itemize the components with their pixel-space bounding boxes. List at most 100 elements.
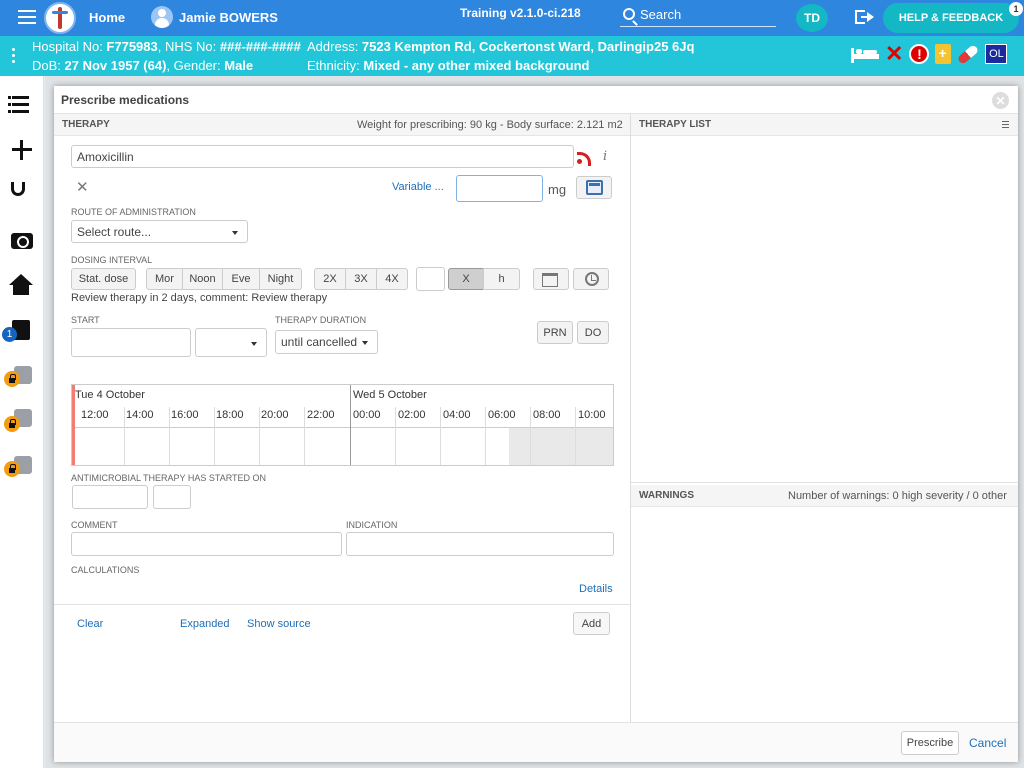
start-label: START: [71, 315, 100, 325]
review-therapy-text: Review therapy in 2 days, comment: Revie…: [71, 292, 328, 304]
timeline-hour: 16:00: [171, 409, 199, 421]
notes-badge: 1: [2, 327, 17, 342]
prescribe-button[interactable]: Prescribe: [901, 731, 959, 755]
expanded-link[interactable]: Expanded: [180, 618, 230, 630]
therapy-list-label: THERAPY LIST: [639, 119, 712, 130]
add-button[interactable]: Add: [573, 612, 610, 635]
comment-label: COMMENT: [71, 520, 118, 530]
hours-button[interactable]: h: [483, 268, 520, 290]
calculations-label: CALCULATIONS: [71, 565, 140, 575]
timeline-hour: 18:00: [216, 409, 244, 421]
evening-button[interactable]: Eve: [222, 268, 260, 290]
chevron-down-icon: [251, 342, 257, 346]
prn-button[interactable]: PRN: [537, 321, 573, 344]
camera-icon[interactable]: [11, 233, 33, 249]
calculator-icon: [586, 180, 603, 195]
info-icon[interactable]: i: [603, 149, 607, 164]
schedule-button[interactable]: [573, 268, 609, 290]
clipboard-plus-icon[interactable]: [935, 44, 952, 64]
x-mark-icon[interactable]: ✕: [885, 43, 903, 65]
close-icon[interactable]: ✕: [76, 178, 89, 196]
variable-link[interactable]: Variable ...: [392, 181, 444, 193]
timeline-day: Tue 4 October: [75, 389, 145, 401]
antimicrobial-label: ANTIMICROBIAL THERAPY HAS STARTED ON: [71, 473, 267, 483]
calendar-button[interactable]: [533, 268, 569, 290]
list-icon[interactable]: [8, 92, 36, 120]
home-link[interactable]: Home: [89, 10, 125, 25]
comment-input[interactable]: [71, 532, 342, 556]
show-source-link[interactable]: Show source: [247, 618, 311, 630]
cancel-link[interactable]: Cancel: [969, 736, 1006, 750]
left-sidebar: 1: [0, 76, 44, 768]
administration-timeline[interactable]: Tue 4 October Wed 5 October 12:00 14:00 …: [71, 384, 614, 466]
therapy-duration-select[interactable]: until cancelled: [275, 330, 378, 354]
timeline-hour: 22:00: [307, 409, 335, 421]
top-bar: Home Jamie BOWERS Training v2.1.0-ci.218…: [0, 0, 1024, 36]
warnings-label: WARNINGS: [639, 490, 694, 501]
kebab-menu-icon[interactable]: [12, 48, 16, 66]
version-label: Training v2.1.0-ci.218: [460, 6, 581, 20]
banner-ethnicity: Ethnicity: Mixed - any other mixed backg…: [307, 58, 590, 73]
stat-dose-button[interactable]: Stat. dose: [71, 268, 136, 290]
app-logo[interactable]: [44, 2, 76, 34]
details-link[interactable]: Details: [579, 583, 613, 595]
dob: 27 Nov 1957 (64): [64, 58, 167, 73]
banner-ids: Hospital No: F775983, NHS No: ###-###-##…: [32, 39, 301, 54]
four-times-button[interactable]: 4X: [376, 268, 408, 290]
antimicrobial-date-input[interactable]: [72, 485, 148, 509]
gender: Male: [224, 58, 254, 73]
patient-banner: Hospital No: F775983, NHS No: ###-###-##…: [0, 36, 1024, 76]
start-time-select[interactable]: [195, 328, 267, 357]
help-feedback-button[interactable]: HELP & FEEDBACK 1: [883, 2, 1023, 33]
house-icon[interactable]: [8, 274, 36, 302]
night-button[interactable]: Night: [259, 268, 302, 290]
bed-icon[interactable]: [851, 45, 879, 63]
ol-badge[interactable]: OL: [985, 44, 1008, 64]
morning-button[interactable]: Mor: [146, 268, 183, 290]
indication-input[interactable]: [346, 532, 614, 556]
three-times-button[interactable]: 3X: [345, 268, 377, 290]
logout-icon[interactable]: [855, 9, 877, 27]
stethoscope-icon[interactable]: [11, 182, 25, 196]
dialog-title-bar: Prescribe medications ✕: [54, 86, 1018, 114]
therapy-list-header: THERAPY LIST: [631, 114, 1018, 136]
patient-icon: [151, 6, 173, 28]
lock-icon: [4, 371, 20, 387]
interval-count-input[interactable]: [416, 267, 445, 291]
noon-button[interactable]: Noon: [182, 268, 223, 290]
clear-link[interactable]: Clear: [77, 618, 103, 630]
weight-info: Weight for prescribing: 90 kg - Body sur…: [357, 119, 623, 131]
drug-feed-icon[interactable]: [577, 150, 591, 166]
help-feedback-label: HELP & FEEDBACK: [898, 12, 1004, 24]
address: 7523 Kempton Rd, Cockertonst Ward, Darli…: [361, 39, 695, 54]
calculator-button[interactable]: [576, 176, 612, 199]
user-avatar[interactable]: TD: [796, 4, 828, 32]
timeline-hour: 08:00: [533, 409, 561, 421]
warnings-info: Number of warnings: 0 high severity / 0 …: [788, 490, 1007, 502]
alert-icon[interactable]: !: [909, 44, 930, 64]
pill-icon[interactable]: [957, 43, 980, 65]
therapy-duration-value: until cancelled: [281, 335, 358, 349]
ethnicity: Mixed - any other mixed background: [363, 58, 590, 73]
search-placeholder: Search: [640, 7, 682, 22]
x-times-button[interactable]: X: [448, 268, 484, 290]
route-select[interactable]: Select route...: [71, 220, 248, 243]
patient-name[interactable]: Jamie BOWERS: [179, 10, 278, 25]
do-button[interactable]: DO: [577, 321, 609, 344]
medication-input[interactable]: Amoxicillin: [71, 145, 574, 168]
menu-icon[interactable]: [18, 10, 36, 24]
dose-unit: mg: [548, 182, 567, 197]
lock-icon: [4, 416, 20, 432]
search-input[interactable]: Search: [620, 5, 776, 27]
twice-daily-button[interactable]: 2X: [314, 268, 346, 290]
start-date-input[interactable]: [71, 328, 191, 357]
timeline-hour: 04:00: [443, 409, 471, 421]
add-icon[interactable]: [8, 136, 36, 164]
help-badge: 1: [1009, 2, 1023, 16]
lock-icon: [4, 461, 20, 477]
menu-icon[interactable]: [1002, 121, 1010, 129]
close-icon[interactable]: ✕: [992, 92, 1009, 109]
hospital-number: F775983: [106, 39, 158, 54]
antimicrobial-time-input[interactable]: [153, 485, 191, 509]
dose-input[interactable]: [456, 175, 543, 202]
